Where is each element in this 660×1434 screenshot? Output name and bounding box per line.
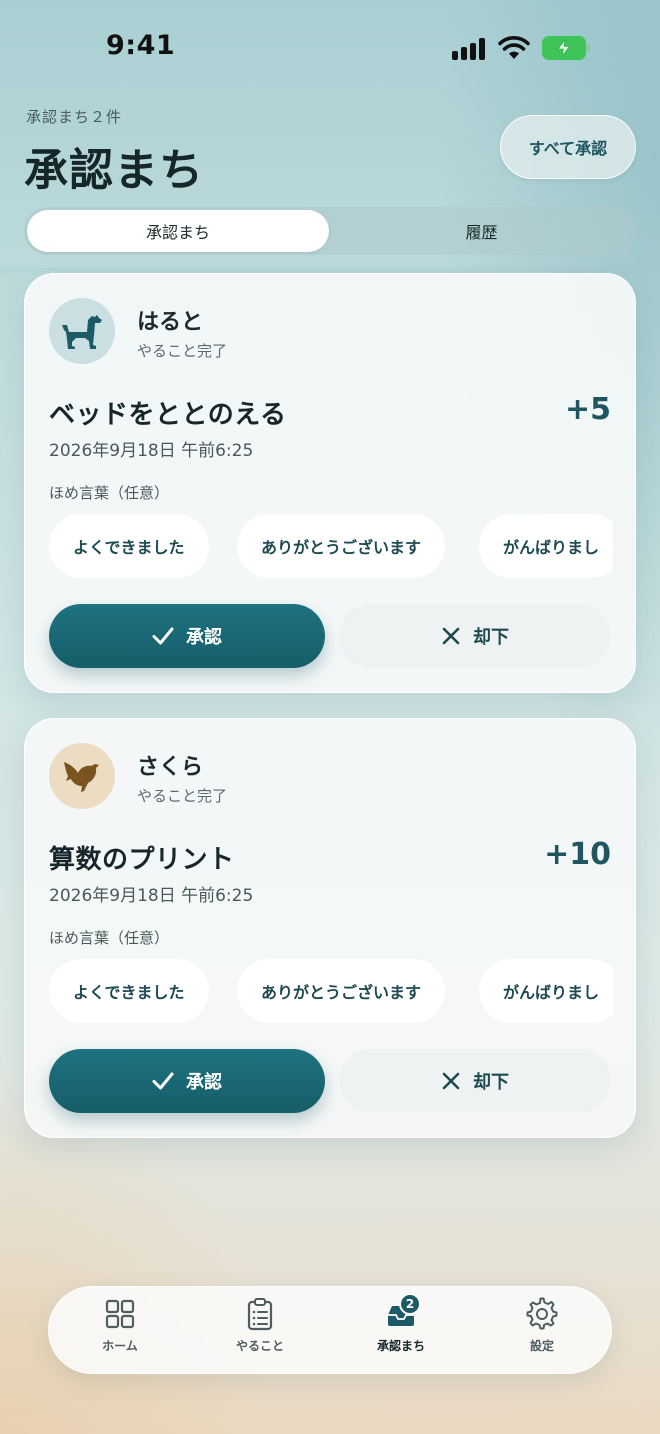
task-date: 2026年9月18日 午前6:25 (49, 441, 254, 461)
battery-charging-icon (542, 36, 590, 60)
child-status: やること完了 (137, 342, 228, 360)
checkmark-icon (152, 627, 174, 645)
approval-card: はると やること完了 ベッドをととのえる +5 2026年9月18日 午前6:2… (24, 273, 636, 693)
tab-history[interactable]: 履歴 (330, 210, 633, 252)
approval-card: さくら やること完了 算数のプリント +10 2026年9月18日 午前6:25… (24, 718, 636, 1138)
task-title: 算数のプリント (49, 845, 235, 875)
reject-label: 却下 (473, 1072, 509, 1093)
bottom-tab-bar: ホーム やること 2 承認まち 設定 (48, 1286, 612, 1374)
praise-chip[interactable]: がんばりまし (479, 959, 613, 1023)
cellular-signal-icon (452, 38, 488, 60)
child-name: はると (137, 310, 204, 335)
tab-label: ホーム (102, 1339, 138, 1353)
gear-icon (525, 1297, 559, 1331)
checkmark-icon (152, 1072, 174, 1090)
approve-button[interactable]: 承認 (49, 604, 325, 668)
reject-button[interactable]: 却下 (339, 1049, 611, 1113)
praise-chips: よくできました ありがとうございます がんばりまし (49, 959, 613, 1023)
clipboard-list-icon (243, 1297, 277, 1331)
dog-icon (62, 315, 102, 349)
avatar (49, 743, 115, 809)
close-icon (442, 627, 460, 645)
praise-chip[interactable]: よくできました (49, 514, 209, 578)
praise-label: ほめ言葉（任意） (49, 484, 170, 502)
praise-chip[interactable]: がんばりまし (479, 514, 613, 578)
home-grid-icon (103, 1297, 137, 1331)
reject-button[interactable]: 却下 (339, 604, 611, 668)
praise-label: ほめ言葉（任意） (49, 929, 170, 947)
tab-label: やること (235, 1339, 284, 1353)
approvals-count-badge: 2 (399, 1293, 421, 1315)
approve-all-button[interactable]: すべて承認 (500, 115, 636, 179)
tab-approvals[interactable]: 2 承認まち (346, 1293, 456, 1367)
praise-chip[interactable]: ありがとうございます (237, 959, 446, 1023)
tab-pending[interactable]: 承認まち (27, 210, 329, 252)
tab-label: 設定 (529, 1339, 554, 1353)
approve-label: 承認 (186, 627, 222, 648)
reject-label: 却下 (473, 627, 509, 648)
praise-chip[interactable]: ありがとうございます (237, 514, 446, 578)
child-name: さくら (137, 755, 204, 780)
bird-icon (64, 762, 99, 792)
approve-label: 承認 (186, 1072, 222, 1093)
task-date: 2026年9月18日 午前6:25 (49, 886, 254, 906)
inbox-tray-icon: 2 (384, 1293, 421, 1331)
task-title: ベッドをととのえる (49, 400, 287, 430)
task-points: +5 (564, 392, 611, 427)
status-bar: 9:41 (0, 0, 660, 96)
approve-button[interactable]: 承認 (49, 1049, 325, 1113)
status-time: 9:41 (106, 30, 176, 61)
tab-label: 承認まち (376, 1339, 425, 1353)
task-points: +10 (544, 837, 611, 872)
tab-home[interactable]: ホーム (65, 1295, 175, 1367)
child-status: やること完了 (137, 787, 228, 805)
praise-chip[interactable]: よくできました (49, 959, 209, 1023)
praise-chips: よくできました ありがとうございます がんばりまし (49, 514, 613, 578)
tab-settings[interactable]: 設定 (487, 1295, 597, 1367)
tab-todo[interactable]: やること (205, 1295, 315, 1367)
pending-count-subtitle: 承認まち２件 (26, 108, 123, 126)
page-title: 承認まち (24, 145, 204, 196)
avatar (49, 298, 115, 364)
segmented-control: 承認まち 履歴 (24, 207, 636, 255)
close-icon (442, 1072, 460, 1090)
wifi-icon (498, 35, 530, 61)
